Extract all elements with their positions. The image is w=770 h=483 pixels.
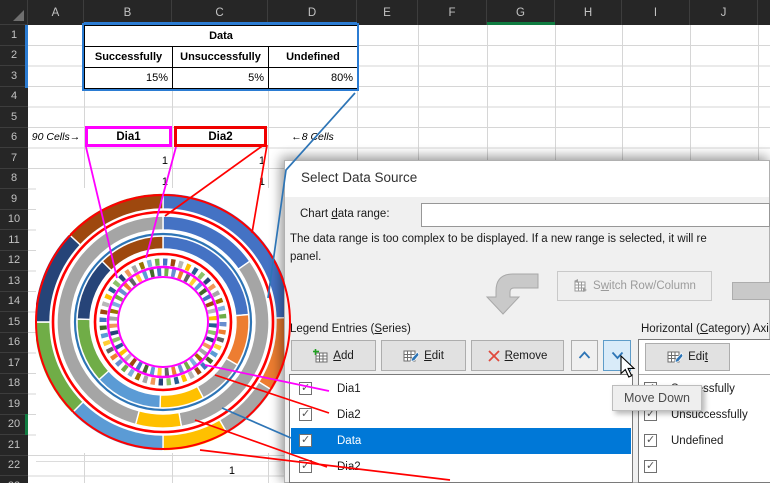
edit-series-button[interactable]: Edit bbox=[381, 340, 466, 371]
edit-category-button-label: Edit bbox=[688, 351, 708, 363]
chart-object-border bbox=[36, 461, 281, 462]
checked-checkbox[interactable] bbox=[299, 408, 312, 421]
table-plus-icon bbox=[313, 349, 328, 363]
red-x-icon bbox=[488, 350, 500, 362]
mouse-pointer bbox=[620, 355, 636, 378]
big-gray-arrow-icon bbox=[481, 271, 551, 321]
switch-row-column-label: Switch Row/Column bbox=[593, 280, 696, 292]
horizontal-category-label: Horizontal (Category) Axis Labels bbox=[641, 323, 769, 335]
warning-text-line1: The data range is too complex to be disp… bbox=[290, 233, 770, 245]
category-item-label: Undefined bbox=[671, 435, 723, 447]
cell-8-cells-note[interactable]: ←8 Cells bbox=[268, 128, 357, 146]
cell-c23[interactable]: 1 bbox=[170, 464, 235, 478]
edit-series-button-label: Edit bbox=[424, 350, 444, 362]
list-item-label: Dia1 bbox=[337, 383, 361, 395]
cell-b7[interactable]: 1 bbox=[100, 152, 168, 170]
chevron-up-icon bbox=[578, 351, 591, 360]
cell-c7[interactable]: 1 bbox=[197, 152, 265, 170]
cell-value-5[interactable]: 5% bbox=[172, 67, 269, 89]
cell-data-title[interactable]: Data bbox=[84, 25, 358, 47]
list-item-label: Dia2 bbox=[337, 461, 361, 473]
legend-entries-list[interactable]: Dia1 Dia2 Data Dia2 bbox=[289, 374, 633, 483]
chart-data-range-input[interactable] bbox=[421, 203, 770, 227]
dialog-titlebar[interactable]: Select Data Source bbox=[285, 161, 769, 197]
checked-checkbox[interactable] bbox=[299, 382, 312, 395]
switch-row-column-icon bbox=[573, 279, 588, 293]
category-item-blank[interactable] bbox=[640, 454, 770, 480]
category-axis-panel: Edit Successfully Unsuccessfully Undefin… bbox=[638, 339, 770, 483]
checked-checkbox[interactable] bbox=[644, 460, 657, 473]
add-button-label: Add bbox=[333, 350, 353, 362]
list-item-label: Data bbox=[337, 435, 361, 447]
remove-button-label: Remove bbox=[505, 350, 548, 362]
doughnut-chart[interactable] bbox=[36, 188, 300, 455]
cell-header-unsuccessfully[interactable]: Unsuccessfully bbox=[172, 46, 269, 68]
chart-data-range-label: Chart data range: bbox=[300, 208, 390, 220]
cell-dia2[interactable]: Dia2 bbox=[174, 126, 267, 147]
select-data-source-dialog: Select Data Source Chart data range: The… bbox=[284, 160, 770, 483]
cell-header-undefined[interactable]: Undefined bbox=[268, 46, 358, 68]
move-up-button[interactable] bbox=[571, 340, 598, 371]
category-item-undefined[interactable]: Undefined bbox=[640, 428, 770, 454]
move-down-tooltip: Move Down bbox=[612, 385, 702, 411]
list-item-dia2-2[interactable]: Dia2 bbox=[291, 454, 631, 480]
dialog-title: Select Data Source bbox=[301, 170, 417, 185]
cell-dia1[interactable]: Dia1 bbox=[85, 126, 172, 147]
edit-category-button[interactable]: Edit bbox=[645, 343, 730, 371]
list-item-label: Dia2 bbox=[337, 409, 361, 421]
legend-entries-label: Legend Entries (Series) bbox=[290, 323, 411, 335]
cell-value-15[interactable]: 15% bbox=[84, 67, 173, 89]
list-item-data-selected[interactable]: Data bbox=[291, 428, 631, 454]
list-item-dia1[interactable]: Dia1 bbox=[291, 376, 631, 402]
remove-button[interactable]: Remove bbox=[471, 340, 564, 371]
gray-arrow-fragment bbox=[732, 282, 770, 300]
switch-row-column-button[interactable]: Switch Row/Column bbox=[557, 271, 712, 301]
cell-90-cells-note[interactable]: 90 Cells→ bbox=[28, 128, 84, 146]
cell-header-successfully[interactable]: Successfully bbox=[84, 46, 173, 68]
checked-checkbox[interactable] bbox=[299, 434, 312, 447]
warning-text-line2: panel. bbox=[290, 251, 770, 263]
list-item-dia2[interactable]: Dia2 bbox=[291, 402, 631, 428]
checked-checkbox[interactable] bbox=[644, 434, 657, 447]
checked-checkbox[interactable] bbox=[299, 460, 312, 473]
table-pencil-icon bbox=[667, 350, 683, 364]
panel-separator bbox=[639, 374, 770, 375]
table-pencil-icon bbox=[403, 349, 419, 363]
excel-window: ABCDEFGHIJ 12345678910111213141516171819… bbox=[0, 0, 770, 483]
cell-value-80[interactable]: 80% bbox=[268, 67, 358, 89]
add-button[interactable]: Add bbox=[291, 340, 376, 371]
